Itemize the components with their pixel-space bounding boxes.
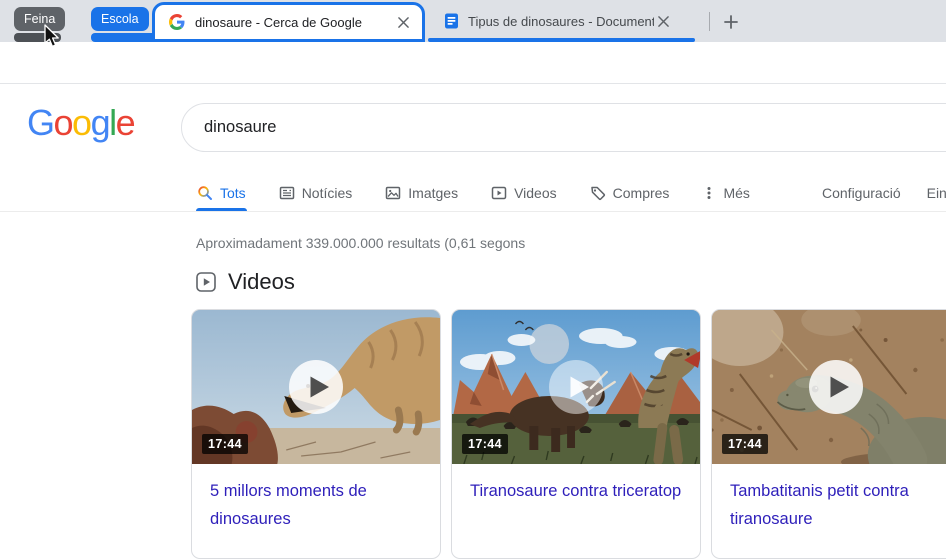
videos-section-title: Videos	[228, 269, 295, 294]
results-nav: Tots Notícies Imatges Videos Compres Més…	[0, 174, 946, 212]
videos-icon	[491, 186, 507, 199]
play-button-icon[interactable]	[809, 360, 863, 414]
tab-videos[interactable]: Videos	[490, 174, 558, 211]
videos-section-icon	[196, 272, 216, 292]
search-query-text: dinosaure	[204, 118, 277, 136]
video-duration-badge: 17:44	[202, 434, 248, 454]
tools-link[interactable]: Eines	[927, 185, 946, 201]
play-button-icon[interactable]	[289, 360, 343, 414]
video-cards-row: 17:44 5 millors moments de dinosaures 17…	[191, 309, 946, 559]
news-icon	[279, 186, 294, 199]
tab-tots[interactable]: Tots	[196, 174, 247, 211]
close-tab-icon[interactable]	[394, 13, 412, 31]
video-title-link[interactable]: Tiranosaure contra triceratop	[452, 464, 700, 505]
search-input[interactable]: dinosaure	[181, 103, 946, 152]
google-logo[interactable]: Google	[27, 102, 136, 144]
browser-toolbar	[0, 42, 946, 84]
video-title-link[interactable]: 5 millors moments de dinosaures	[192, 464, 440, 533]
tab-separator	[709, 12, 710, 31]
shopping-tag-icon	[590, 186, 605, 200]
tab-compres[interactable]: Compres	[589, 174, 671, 211]
results-stats: Aproximadament 339.000.000 resultats (0,…	[196, 235, 526, 251]
images-icon	[386, 186, 401, 199]
search-icon	[198, 185, 212, 200]
video-title-link[interactable]: Tambatitanis petit contra tiranosaure	[712, 464, 946, 533]
video-duration-badge: 17:44	[722, 434, 768, 454]
video-thumbnail-baby-dinosaur[interactable]: 17:44	[712, 310, 946, 464]
settings-link[interactable]: Configuració	[822, 185, 901, 201]
video-card[interactable]: 17:44 5 millors moments de dinosaures	[191, 309, 441, 559]
more-dots-icon	[707, 186, 711, 199]
tab-imatges[interactable]: Imatges	[384, 174, 459, 211]
tab-group-escola-label[interactable]: Escola	[91, 7, 149, 31]
tab-docs[interactable]: Tipus de dinosaures - Document	[428, 6, 696, 36]
tab-mes[interactable]: Més	[701, 174, 750, 211]
tab-title: Tipus de dinosaures - Document	[468, 13, 654, 29]
video-thumbnail-trex-triceratops[interactable]: 17:44	[452, 310, 700, 464]
google-g-icon	[169, 14, 185, 30]
mouse-cursor	[44, 24, 59, 48]
videos-section-header: Videos	[196, 269, 295, 295]
video-card[interactable]: 17:44 Tiranosaure contra triceratop	[451, 309, 701, 559]
tab-noticies[interactable]: Notícies	[278, 174, 354, 211]
close-tab-icon[interactable]	[654, 12, 672, 30]
new-tab-button[interactable]	[717, 8, 744, 35]
tab-title: dinosaure - Cerca de Google	[195, 14, 362, 30]
video-duration-badge: 17:44	[462, 434, 508, 454]
video-card[interactable]: 17:44 Tambatitanis petit contra tiranosa…	[711, 309, 946, 559]
video-thumbnail-carnotaurus[interactable]: 17:44	[192, 310, 440, 464]
tab-strip: Feina Escola dinosaure - Cerca de Google	[0, 0, 946, 42]
google-docs-icon	[444, 13, 459, 29]
play-button-icon[interactable]	[549, 360, 603, 414]
google-results-page: Google dinosaure Tots Notícies Imatges V…	[0, 84, 946, 559]
tab-google-search[interactable]: dinosaure - Cerca de Google	[152, 2, 425, 42]
